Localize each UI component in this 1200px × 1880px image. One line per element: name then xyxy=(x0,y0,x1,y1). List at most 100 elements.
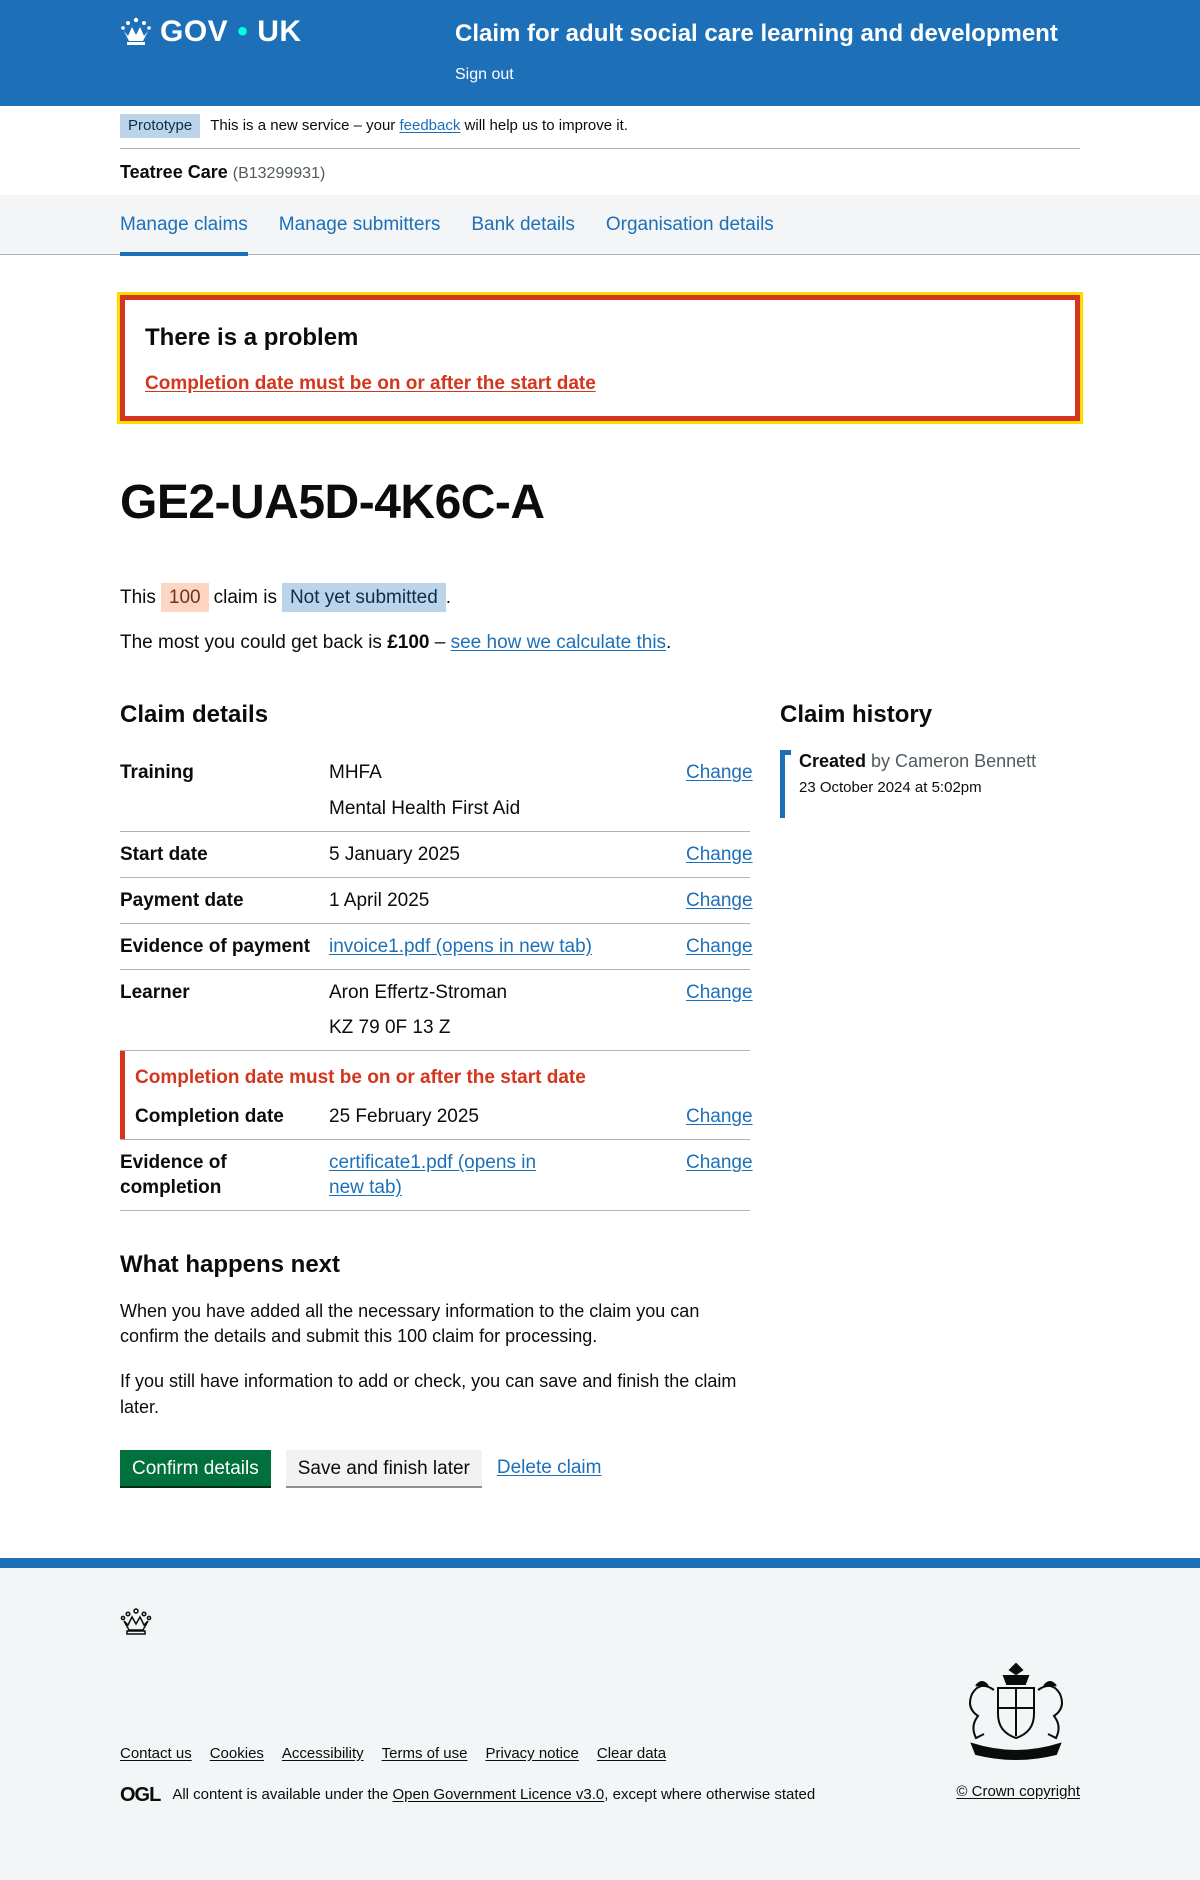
row-key: Evidence of payment xyxy=(120,935,311,957)
calculation-link[interactable]: see how we calculate this xyxy=(451,632,666,653)
footer-link-cookies[interactable]: Cookies xyxy=(210,1744,264,1764)
completion-date-error-message: Completion date must be on or after the … xyxy=(135,1067,586,1089)
what-happens-next: What happens next When you have added al… xyxy=(120,1249,750,1486)
error-summary-link[interactable]: Completion date must be on or after the … xyxy=(145,373,596,394)
change-completion-date-link[interactable]: Change xyxy=(686,1106,753,1127)
footer-links: Contact us Cookies Accessibility Terms o… xyxy=(120,1744,684,1764)
claim-reference: GE2-UA5D-4K6C-A xyxy=(120,476,545,530)
max-amount: £100 xyxy=(387,631,430,653)
nav-manage-submitters[interactable]: Manage submitters xyxy=(279,195,441,255)
licence-prefix: All content is available under the xyxy=(172,1786,393,1804)
change-start-date-link[interactable]: Change xyxy=(686,844,753,865)
claim-history-title: Claim history xyxy=(780,700,933,728)
delete-claim-link[interactable]: Delete claim xyxy=(497,1455,602,1480)
training-code: MHFA xyxy=(329,762,382,784)
row-key: Completion date xyxy=(135,1106,284,1128)
footer-link-accessibility[interactable]: Accessibility xyxy=(282,1744,364,1764)
status-suffix: . xyxy=(445,586,452,608)
service-name[interactable]: Claim for adult social care learning and… xyxy=(455,18,1058,50)
row-key: Learner xyxy=(120,981,190,1003)
row-key: Evidence of completion xyxy=(120,1152,227,1199)
row-value: Aron Effertz-Stroman KZ 79 0F 13 Z xyxy=(329,980,686,1040)
footer-licence: OGL All content is available under the O… xyxy=(120,1782,815,1808)
change-training-link[interactable]: Change xyxy=(686,762,753,783)
what-next-para-2: If you still have information to add or … xyxy=(120,1371,737,1417)
nav-organisation-details[interactable]: Organisation details xyxy=(606,195,774,255)
row-value: 1 April 2025 xyxy=(329,889,430,911)
change-learner-link[interactable]: Change xyxy=(686,982,753,1003)
royal-coat-of-arms-icon xyxy=(958,1660,1074,1767)
service-navigation: Manage claims Manage submitters Bank det… xyxy=(0,194,1200,256)
error-highlight: Completion date must be on or after the … xyxy=(120,1051,753,1140)
row-key: Start date xyxy=(120,843,208,865)
crown-icon xyxy=(120,1608,152,1643)
row-start-date: Start date 5 January 2025 Change xyxy=(120,832,753,878)
confirm-details-button[interactable]: Confirm details xyxy=(120,1449,271,1486)
row-completion-date-error-group: Completion date must be on or after the … xyxy=(120,1051,753,1141)
history-item: Created by Cameron Bennett 23 October 20… xyxy=(780,750,1080,819)
change-evidence-completion-link[interactable]: Change xyxy=(686,1152,753,1173)
max-prefix: The most you could get back is xyxy=(120,631,388,653)
phase-banner: Prototype This is a new service – your f… xyxy=(120,106,1080,149)
logo-text-gov: GOV xyxy=(160,15,229,48)
row-evidence-of-completion: Evidence of completion certificate1.pdf … xyxy=(120,1140,753,1212)
max-suffix: . xyxy=(666,631,672,653)
history-author: by Cameron Bennett xyxy=(871,751,1037,772)
max-sep: – xyxy=(429,631,451,653)
main-content: There is a problem Completion date must … xyxy=(117,291,1083,1486)
row-value: 5 January 2025 xyxy=(329,843,460,865)
change-evidence-payment-link[interactable]: Change xyxy=(686,936,753,957)
max-claim-line: The most you could get back is £100 – se… xyxy=(120,630,1080,655)
organisation-name: Teatree Care xyxy=(120,161,228,182)
nav-manage-claims[interactable]: Manage claims xyxy=(120,195,248,256)
row-key: Training xyxy=(120,762,194,784)
status-badge: Not yet submitted xyxy=(281,582,446,612)
organisation-id: (B13299931) xyxy=(232,164,326,182)
row-completion-date: Completion date 25 February 2025 Change xyxy=(135,1098,753,1139)
invoice-file-link[interactable]: invoice1.pdf (opens in new tab) xyxy=(329,936,592,957)
logo-dot: • xyxy=(237,15,249,48)
site-header: GOV • UK Claim for adult social care learn… xyxy=(0,0,1200,106)
what-happens-next-title: What happens next xyxy=(120,1251,341,1279)
status-prefix: This xyxy=(120,586,156,608)
history-timestamp: 23 October 2024 at 5:02pm xyxy=(799,779,982,797)
site-footer: Contact us Cookies Accessibility Terms o… xyxy=(0,1557,1200,1880)
claim-details-column: Claim details Training MHFA Mental Healt… xyxy=(120,699,753,1486)
crown-icon xyxy=(120,17,152,47)
claim-history-column: Claim history Created by Cameron Bennett… xyxy=(780,699,1080,1486)
footer-link-terms[interactable]: Terms of use xyxy=(382,1744,468,1764)
claim-type-tag: 100 xyxy=(160,582,209,612)
claim-details-title: Claim details xyxy=(120,700,269,728)
change-payment-date-link[interactable]: Change xyxy=(686,890,753,911)
save-and-finish-later-button[interactable]: Save and finish later xyxy=(285,1449,482,1486)
error-summary: There is a problem Completion date must … xyxy=(117,291,1083,425)
footer-link-privacy[interactable]: Privacy notice xyxy=(485,1744,578,1764)
govuk-logo-link[interactable]: GOV • UK xyxy=(120,12,302,52)
training-name: Mental Health First Aid xyxy=(329,797,521,819)
what-next-para-1: When you have added all the necessary in… xyxy=(120,1301,700,1347)
footer-link-contact[interactable]: Contact us xyxy=(120,1744,192,1764)
licence-link[interactable]: Open Government Licence v3.0 xyxy=(392,1785,604,1805)
certificate-file-link[interactable]: certificate1.pdf (opens in new tab) xyxy=(329,1152,536,1198)
error-summary-title: There is a problem xyxy=(145,323,359,351)
status-mid: claim is xyxy=(213,586,277,608)
phase-text-after: will help us to improve it. xyxy=(460,117,628,134)
footer-link-clear-data[interactable]: Clear data xyxy=(597,1744,666,1764)
prototype-tag: Prototype xyxy=(120,114,201,138)
licence-suffix: , except where otherwise stated xyxy=(604,1786,816,1804)
learner-name: Aron Effertz-Stroman xyxy=(329,981,508,1003)
ogl-logo-icon: OGL xyxy=(120,1783,161,1806)
phase-text-before: This is a new service – your xyxy=(210,117,396,134)
feedback-link[interactable]: feedback xyxy=(399,116,460,136)
row-value: 25 February 2025 xyxy=(329,1106,479,1128)
sign-out-link[interactable]: Sign out xyxy=(455,64,514,85)
row-evidence-of-payment: Evidence of payment invoice1.pdf (opens … xyxy=(120,924,753,970)
history-event: Created xyxy=(799,751,867,772)
nav-bank-details[interactable]: Bank details xyxy=(471,195,575,255)
organisation-bar: Teatree Care (B13299931) xyxy=(120,149,1080,195)
crown-copyright-link[interactable]: © Crown copyright xyxy=(956,1783,1080,1800)
logo-text-uk: UK xyxy=(257,15,302,48)
row-payment-date: Payment date 1 April 2025 Change xyxy=(120,878,753,924)
learner-ni-number: KZ 79 0F 13 Z xyxy=(329,1016,451,1038)
row-learner: Learner Aron Effertz-Stroman KZ 79 0F 13… xyxy=(120,970,753,1052)
